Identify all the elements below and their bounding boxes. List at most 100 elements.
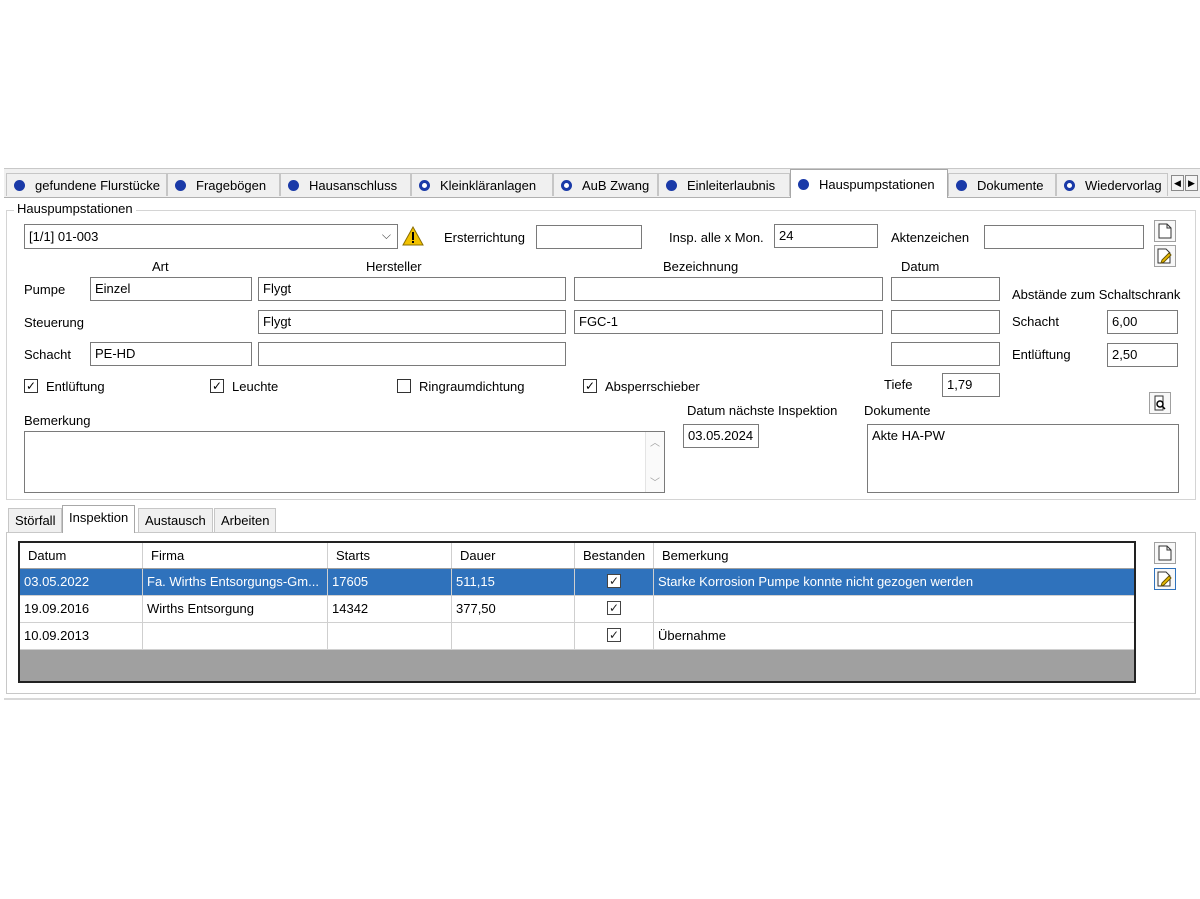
main-tab-bar: gefundene Flurstücke Fragebögen Hausansc… [4, 168, 1200, 198]
record-select[interactable]: [1/1] 01-003 ⌵ [24, 224, 398, 249]
tab-label: Fragebögen [196, 177, 267, 193]
open-document-button[interactable] [1149, 392, 1171, 414]
cell-bemerkung[interactable]: Übernahme [654, 623, 1134, 649]
cell-firma[interactable] [143, 623, 328, 649]
naechste-inspektion-label: Datum nächste Inspektion [687, 403, 838, 418]
subtab-stoerfall[interactable]: Störfall [8, 508, 63, 532]
grid-header-datum[interactable]: Datum [20, 543, 143, 568]
pumpe-hersteller-field[interactable]: Flygt [258, 277, 566, 301]
scroll-up-icon: ︿ [650, 438, 660, 449]
grid-header-dauer[interactable]: Dauer [452, 543, 575, 568]
cell-datum[interactable]: 10.09.2013 [20, 623, 143, 649]
cell-starts[interactable]: 14342 [328, 596, 452, 622]
cell-bestanden[interactable]: ✓ [575, 569, 654, 595]
tab-wiedervorlage[interactable]: Wiedervorlag [1056, 173, 1168, 196]
leuchte-checkbox[interactable]: ✓ [210, 379, 224, 393]
new-inspection-button[interactable] [1154, 542, 1176, 564]
aktenzeichen-field[interactable] [984, 225, 1144, 249]
ring-dot-icon [419, 179, 430, 191]
steuerung-bezeichnung-field[interactable]: FGC-1 [574, 310, 883, 334]
ringraumdichtung-checkbox-label: Ringraumdichtung [419, 379, 525, 394]
pumpe-art-field[interactable]: Einzel [90, 277, 252, 301]
cell-firma[interactable]: Fa. Wirths Entsorgungs-Gm... [143, 569, 328, 595]
tab-scroll-right-button[interactable]: ▶ [1185, 175, 1198, 191]
steuerung-datum-field[interactable] [891, 310, 1000, 334]
subtab-austausch[interactable]: Austausch [138, 508, 213, 532]
tab-hauspumpstationen[interactable]: Hauspumpstationen [790, 169, 948, 198]
tab-scroll-left-button[interactable]: ◀ [1171, 175, 1184, 191]
naechste-inspektion-field[interactable]: 03.05.2024 [683, 424, 759, 448]
schacht-label: Schacht [24, 347, 71, 362]
tab-label: Hausanschluss [309, 177, 398, 193]
dokumente-list[interactable]: Akte HA-PW [867, 424, 1179, 493]
group-title: Hauspumpstationen [14, 201, 136, 216]
tab-einleiterlaubnis[interactable]: Einleiterlaubnis [658, 173, 790, 196]
cell-dauer[interactable]: 377,50 [452, 596, 575, 622]
insp-interval-field[interactable]: 24 [774, 224, 878, 248]
col-bezeichnung-label: Bezeichnung [663, 259, 739, 274]
table-row[interactable]: 19.09.2016 Wirths Entsorgung 14342 377,5… [20, 596, 1134, 623]
tab-gefundene-flurstuecke[interactable]: gefundene Flurstücke [6, 173, 167, 196]
tab-kleinklaeranlagen[interactable]: Kleinkläranlagen [411, 173, 553, 196]
scroll-down-icon: ﹀ [650, 478, 660, 489]
dokumente-list-item[interactable]: Akte HA-PW [872, 428, 1174, 443]
abstand-entlueftung-field[interactable]: 2,50 [1107, 343, 1178, 367]
cell-datum[interactable]: 19.09.2016 [20, 596, 143, 622]
cell-bestanden[interactable]: ✓ [575, 623, 654, 649]
edit-document-button[interactable] [1154, 245, 1176, 267]
cell-dauer[interactable] [452, 623, 575, 649]
tiefe-field[interactable]: 1,79 [942, 373, 1000, 397]
table-row[interactable]: 10.09.2013 ✓ Übernahme [20, 623, 1134, 650]
cell-bemerkung[interactable] [654, 596, 1134, 622]
grid-header-firma[interactable]: Firma [143, 543, 328, 568]
subtab-arbeiten[interactable]: Arbeiten [214, 508, 277, 532]
tab-dokumente[interactable]: Dokumente [948, 173, 1056, 196]
subtab-inspektion[interactable]: Inspektion [62, 505, 136, 533]
cell-starts[interactable] [328, 623, 452, 649]
schacht-datum-field[interactable] [891, 342, 1000, 366]
grid-header-bestanden[interactable]: Bestanden [575, 543, 654, 568]
grid-header-starts[interactable]: Starts [328, 543, 452, 568]
schacht-art-field[interactable]: PE-HD [90, 342, 252, 366]
cell-bestanden[interactable]: ✓ [575, 596, 654, 622]
warning-icon [402, 226, 424, 246]
find-document-icon [1154, 395, 1166, 411]
insp-interval-label: Insp. alle x Mon. [669, 230, 764, 245]
window-bottom-border [4, 698, 1200, 700]
cell-firma[interactable]: Wirths Entsorgung [143, 596, 328, 622]
cell-dauer[interactable]: 511,15 [452, 569, 575, 595]
steuerung-hersteller-field[interactable]: Flygt [258, 310, 566, 334]
new-document-button[interactable] [1154, 220, 1176, 242]
cell-starts[interactable]: 17605 [328, 569, 452, 595]
ringraumdichtung-checkbox[interactable] [397, 379, 411, 393]
absperrschieber-checkbox[interactable]: ✓ [583, 379, 597, 393]
pumpe-datum-field[interactable] [891, 277, 1000, 301]
edit-inspection-button[interactable] [1154, 568, 1176, 590]
ring-dot-icon [1064, 179, 1075, 191]
tab-frageboegen[interactable]: Fragebögen [167, 173, 280, 196]
grid-header-bemerkung[interactable]: Bemerkung [654, 543, 1134, 568]
bestanden-checkbox[interactable]: ✓ [607, 601, 621, 615]
pumpe-bezeichnung-field[interactable] [574, 277, 883, 301]
ring-dot-icon [561, 179, 572, 191]
bestanden-checkbox[interactable]: ✓ [607, 628, 621, 642]
abstand-schacht-field[interactable]: 6,00 [1107, 310, 1178, 334]
tab-aub-zwang[interactable]: AuB Zwang [553, 173, 658, 196]
inspektion-grid[interactable]: Datum Firma Starts Dauer Bestanden Bemer… [18, 541, 1136, 683]
tab-label: gefundene Flurstücke [35, 177, 161, 193]
abstand-entlueftung-label: Entlüftung [1012, 347, 1071, 362]
filled-dot-icon [288, 179, 299, 191]
table-row[interactable]: 03.05.2022 Fa. Wirths Entsorgungs-Gm... … [20, 569, 1134, 596]
entlueftung-checkbox[interactable]: ✓ [24, 379, 38, 393]
cell-datum[interactable]: 03.05.2022 [20, 569, 143, 595]
bestanden-checkbox[interactable]: ✓ [607, 574, 621, 588]
bemerkung-textarea[interactable]: ︿ ﹀ [24, 431, 665, 493]
bemerkung-scrollbar[interactable]: ︿ ﹀ [645, 432, 664, 492]
edit-document-icon [1157, 571, 1172, 587]
cell-bemerkung[interactable]: Starke Korrosion Pumpe konnte nicht gezo… [654, 569, 1134, 595]
new-document-icon [1158, 223, 1172, 239]
tab-hausanschluss[interactable]: Hausanschluss [280, 173, 411, 196]
ersterrichtung-field[interactable] [536, 225, 642, 249]
leuchte-checkbox-label: Leuchte [232, 379, 279, 394]
schacht-hersteller-field[interactable] [258, 342, 566, 366]
